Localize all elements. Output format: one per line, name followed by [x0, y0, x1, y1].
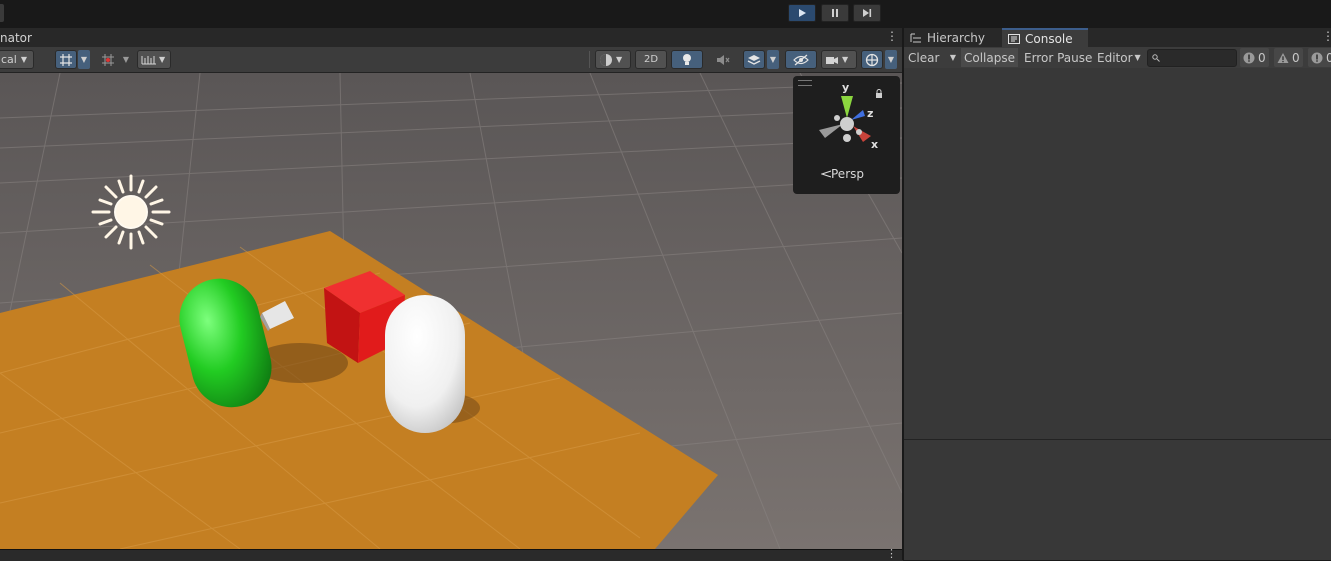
scene-tab-bar: nator ⋮	[0, 28, 903, 47]
collapse-button[interactable]: Collapse	[961, 48, 1018, 67]
warning-filter-toggle[interactable]: 0	[1274, 48, 1303, 67]
visibility-icon	[793, 54, 809, 65]
right-tab-bar: Hierarchy Console ⋮	[904, 28, 1331, 47]
2d-label: 2D	[643, 54, 659, 65]
snap-increment-icon	[102, 53, 114, 66]
warning-count: 0	[1292, 50, 1300, 65]
increment-snap-dropdown[interactable]: ▼	[120, 50, 132, 69]
error-icon	[1311, 52, 1323, 63]
step-button[interactable]	[853, 4, 881, 22]
chevron-down-icon: ▼	[842, 55, 849, 64]
console-toolbar: Clear ▼ Collapse Error Pause Editor ▼ 0 …	[904, 47, 1331, 69]
info-icon	[1243, 52, 1255, 63]
info-filter-toggle[interactable]: 0	[1240, 48, 1269, 67]
orientation-gizmo[interactable]: y z x Persp	[793, 76, 900, 194]
chevron-down-icon: ▼	[159, 55, 166, 64]
warning-icon	[1277, 52, 1289, 63]
scene-toolbar: cal ▼ ▼ ▼ ▼ ▼ 2D ▼ ▼ ▼	[0, 47, 903, 73]
chevron-down-icon: ▼	[1134, 53, 1141, 62]
console-log-list[interactable]	[904, 68, 1331, 439]
console-detail-area[interactable]	[904, 440, 1331, 560]
gizmo-x-label[interactable]: x	[871, 138, 878, 151]
scene-viewport[interactable]	[0, 73, 902, 549]
grid-snap-icon	[60, 53, 72, 66]
perspective-icon	[821, 170, 831, 178]
visibility-toggle-button[interactable]	[785, 50, 817, 69]
gizmos-toggle-button[interactable]	[861, 50, 883, 69]
more-menu-icon[interactable]: ⋮	[886, 547, 897, 560]
play-icon	[799, 9, 806, 17]
effects-dropdown[interactable]: ▼	[767, 50, 779, 69]
draw-mode-label: cal	[1, 53, 17, 66]
camera-settings-button[interactable]: ▼	[821, 50, 857, 69]
play-button[interactable]	[788, 4, 816, 22]
main-toolbar	[0, 0, 1331, 29]
error-pause-label: Error Pause	[1024, 50, 1093, 65]
ruler-icon	[141, 55, 156, 64]
shading-sphere-icon	[600, 53, 612, 66]
more-menu-icon[interactable]: ⋮	[886, 29, 898, 43]
pause-icon	[832, 9, 838, 17]
lighting-toggle-button[interactable]	[671, 50, 703, 69]
toolbar-separator	[589, 51, 590, 68]
error-pause-button[interactable]: Error Pause	[1024, 48, 1092, 67]
info-count: 0	[1258, 50, 1266, 65]
grid-snap-button[interactable]	[55, 50, 77, 69]
draw-mode-dropdown[interactable]: cal ▼	[0, 50, 34, 69]
search-field[interactable]	[1147, 49, 1237, 67]
effects-toggle-button[interactable]	[743, 50, 765, 69]
gizmo-icon	[865, 53, 879, 66]
chevron-down-icon: ▼	[616, 55, 623, 64]
camera-icon	[826, 56, 838, 64]
gizmo-y-label[interactable]: y	[842, 81, 849, 94]
tab-console[interactable]: Console	[1002, 28, 1088, 47]
grid-snap-dropdown[interactable]: ▼	[78, 50, 90, 69]
hierarchy-list-icon	[910, 33, 921, 42]
editor-label: Editor	[1097, 50, 1133, 65]
projection-toggle[interactable]: Persp	[821, 167, 864, 181]
clear-button[interactable]: Clear	[908, 48, 939, 67]
audio-mute-icon	[717, 54, 730, 65]
audio-toggle-button[interactable]	[707, 50, 739, 69]
clear-label: Clear	[908, 50, 940, 65]
white-capsule	[385, 295, 465, 433]
error-filter-toggle[interactable]: 0	[1308, 48, 1331, 67]
fx-layers-icon	[747, 54, 761, 65]
error-count: 0	[1326, 50, 1331, 65]
gizmos-dropdown[interactable]: ▼	[885, 50, 897, 69]
2d-toggle-button[interactable]: 2D	[635, 50, 667, 69]
tab-hierarchy[interactable]: Hierarchy	[910, 28, 1002, 47]
animator-tab[interactable]: nator	[0, 31, 32, 45]
left-edge-button[interactable]	[0, 4, 4, 22]
persp-label: Persp	[831, 167, 864, 181]
editor-dropdown[interactable]: Editor ▼	[1097, 48, 1141, 67]
tab-hierarchy-label: Hierarchy	[927, 30, 986, 45]
pause-button[interactable]	[821, 4, 849, 22]
bottom-panel-header: ⋮	[0, 547, 903, 561]
snap-settings-button[interactable]: ▼	[137, 50, 171, 69]
step-icon	[863, 9, 872, 17]
search-icon	[1152, 54, 1160, 62]
more-menu-icon[interactable]: ⋮	[1322, 29, 1331, 43]
scene-render	[0, 73, 902, 549]
search-input[interactable]	[1160, 51, 1234, 65]
clear-options-dropdown[interactable]: ▼	[945, 48, 961, 67]
console-icon	[1008, 33, 1020, 44]
collapse-label: Collapse	[964, 50, 1015, 65]
light-icon	[683, 53, 691, 65]
chevron-down-icon: ▼	[20, 55, 28, 64]
shading-mode-button[interactable]: ▼	[595, 50, 631, 69]
tab-console-label: Console	[1025, 31, 1073, 46]
gizmo-z-label[interactable]: z	[867, 107, 873, 120]
gizmo-drag-handle[interactable]	[798, 80, 812, 86]
increment-snap-button[interactable]	[97, 50, 119, 69]
